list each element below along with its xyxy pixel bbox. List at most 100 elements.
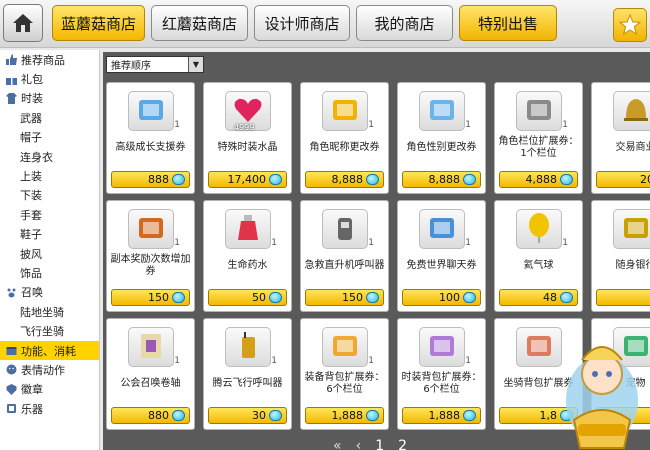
- reward-ticket-icon: [135, 212, 167, 247]
- sidebar-item-label: 礼包: [21, 73, 43, 87]
- home-icon: [13, 14, 33, 32]
- chevron-down-icon: ▼: [188, 57, 203, 72]
- buy-button[interactable]: 17,400: [208, 171, 287, 188]
- buy-button[interactable]: 4,888: [499, 171, 578, 188]
- item-card[interactable]: 1 角色昵称更改券 8,888: [300, 82, 389, 194]
- box-icon: [6, 345, 17, 356]
- buy-button[interactable]: 100: [402, 289, 481, 306]
- buy-button[interactable]: 1,888: [305, 407, 384, 424]
- sidebar-item-2[interactable]: 时装: [0, 89, 99, 108]
- item-name: 高级成长支援券: [115, 142, 186, 153]
- sidebar-item-18[interactable]: 乐器: [0, 399, 99, 418]
- item-card[interactable]: 随身银行: [591, 200, 650, 312]
- buy-button[interactable]: 880: [111, 407, 190, 424]
- bag-ticket-icon: [523, 330, 555, 365]
- crystal-currency-icon: [560, 292, 573, 303]
- item-thumbnail: 1: [225, 327, 277, 367]
- item-card[interactable]: 1 公会召唤卷轴 880: [106, 318, 195, 430]
- item-card[interactable]: 1 副本奖励次数增加券 150: [106, 200, 195, 312]
- item-quantity: 1: [368, 356, 374, 366]
- tab-designer-shop[interactable]: 设计师商店: [254, 5, 350, 41]
- buy-button[interactable]: 50: [208, 289, 287, 306]
- item-card[interactable]: 1 腾云飞行呼叫器 30: [203, 318, 292, 430]
- item-card[interactable]: 1 角色性别更改券 8,888: [397, 82, 486, 194]
- sidebar-item-0[interactable]: 推荐商品: [0, 50, 99, 69]
- item-card[interactable]: 1 装备背包扩展券：6个栏位 1,888: [300, 318, 389, 430]
- crystal-currency-icon: [560, 174, 573, 185]
- home-button[interactable]: [3, 4, 43, 42]
- sidebar-item-7[interactable]: 下装: [0, 186, 99, 205]
- item-quantity: 1: [465, 238, 471, 248]
- page-1-button[interactable]: 1: [375, 438, 384, 450]
- item-thumbnail: 1: [419, 209, 471, 249]
- sidebar-item-17[interactable]: 徽章: [0, 380, 99, 399]
- item-price: 1,888: [331, 409, 364, 422]
- first-page-button[interactable]: «: [333, 438, 342, 450]
- sort-order-select[interactable]: 推荐顺序 ▼: [106, 56, 204, 73]
- item-card[interactable]: 1 时装背包扩展券：6个栏位 1,888: [397, 318, 486, 430]
- sidebar-item-13[interactable]: 陆地坐骑: [0, 302, 99, 321]
- prev-page-button[interactable]: ‹: [356, 438, 362, 450]
- sidebar-item-11[interactable]: 饰品: [0, 263, 99, 282]
- sidebar-item-label: 飞行坐骑: [20, 325, 64, 339]
- item-thumbnail: 1: [419, 327, 471, 367]
- sidebar-item-8[interactable]: 手套: [0, 205, 99, 224]
- item-card[interactable]: 1 高级成长支援券 888: [106, 82, 195, 194]
- item-thumbnail: 4999: [225, 91, 271, 132]
- mascot-character-icon: [566, 346, 638, 449]
- sidebar-item-12[interactable]: 召唤: [0, 283, 99, 302]
- sidebar-item-16[interactable]: 表情动作: [0, 360, 99, 379]
- item-card[interactable]: 1 角色栏位扩展券：1个栏位 4,888: [494, 82, 583, 194]
- item-card[interactable]: 1 氦气球 48: [494, 200, 583, 312]
- page-2-button[interactable]: 2: [398, 438, 407, 450]
- crystal-currency-icon: [172, 292, 185, 303]
- sidebar-item-label: 饰品: [20, 266, 42, 280]
- buy-button[interactable]: 8,888: [305, 171, 384, 188]
- item-name: 角色栏位扩展券：1个栏位: [498, 136, 579, 159]
- sidebar-item-label: 乐器: [21, 402, 43, 416]
- sidebar-item-3[interactable]: 武器: [0, 108, 99, 127]
- favorites-button[interactable]: [613, 8, 647, 42]
- buy-button[interactable]: 30: [208, 407, 287, 424]
- sidebar-item-10[interactable]: 披风: [0, 244, 99, 263]
- buy-button[interactable]: 20: [596, 171, 650, 188]
- sidebar-item-1[interactable]: 礼包: [0, 69, 99, 88]
- item-card[interactable]: 4999 特殊时装水晶 17,400: [203, 82, 292, 194]
- sidebar-item-6[interactable]: 上装: [0, 166, 99, 185]
- slot-ticket-icon: [523, 94, 555, 129]
- tab-my-shop[interactable]: 我的商店: [356, 5, 453, 41]
- item-thumbnail: 1: [516, 209, 568, 249]
- sidebar-item-15[interactable]: 功能、消耗: [0, 340, 99, 361]
- item-price: 880: [148, 409, 169, 422]
- item-card[interactable]: 1 急救直升机呼叫器 150: [300, 200, 389, 312]
- tab-special-sale[interactable]: 特别出售: [459, 5, 557, 41]
- sidebar-item-label: 徽章: [21, 383, 43, 397]
- item-card[interactable]: 交易商业 20: [591, 82, 650, 194]
- buy-button[interactable]: 1,888: [402, 407, 481, 424]
- sidebar-item-4[interactable]: 帽子: [0, 128, 99, 147]
- item-thumbnail: 1: [516, 91, 568, 131]
- item-card[interactable]: 1 免费世界聊天券 100: [397, 200, 486, 312]
- item-name: 时装背包扩展券：6个栏位: [401, 372, 482, 395]
- item-thumbnail: 1: [419, 91, 471, 131]
- sidebar-item-9[interactable]: 鞋子: [0, 225, 99, 244]
- buy-button[interactable]: 150: [305, 289, 384, 306]
- tab-blue-mushroom-shop[interactable]: 蓝蘑菇商店: [52, 5, 145, 41]
- item-price: 8,888: [428, 173, 461, 186]
- item-thumbnail: 1: [128, 91, 180, 131]
- item-price: 30: [252, 409, 266, 422]
- sidebar-item-label: 鞋子: [20, 228, 42, 242]
- item-price: 150: [342, 291, 363, 304]
- buy-button[interactable]: 888: [111, 171, 190, 188]
- item-card[interactable]: 1 生命药水 50: [203, 200, 292, 312]
- sidebar-item-5[interactable]: 连身衣: [0, 147, 99, 166]
- item-name: 免费世界聊天券: [406, 260, 477, 271]
- buy-button[interactable]: [596, 289, 650, 306]
- buy-button[interactable]: 48: [499, 289, 578, 306]
- tab-red-mushroom-shop[interactable]: 红蘑菇商店: [151, 5, 248, 41]
- buy-button[interactable]: 150: [111, 289, 190, 306]
- bag-ticket-icon: [329, 330, 361, 365]
- sidebar-item-14[interactable]: 飞行坐骑: [0, 321, 99, 340]
- sidebar-item-label: 推荐商品: [21, 53, 65, 67]
- buy-button[interactable]: 8,888: [402, 171, 481, 188]
